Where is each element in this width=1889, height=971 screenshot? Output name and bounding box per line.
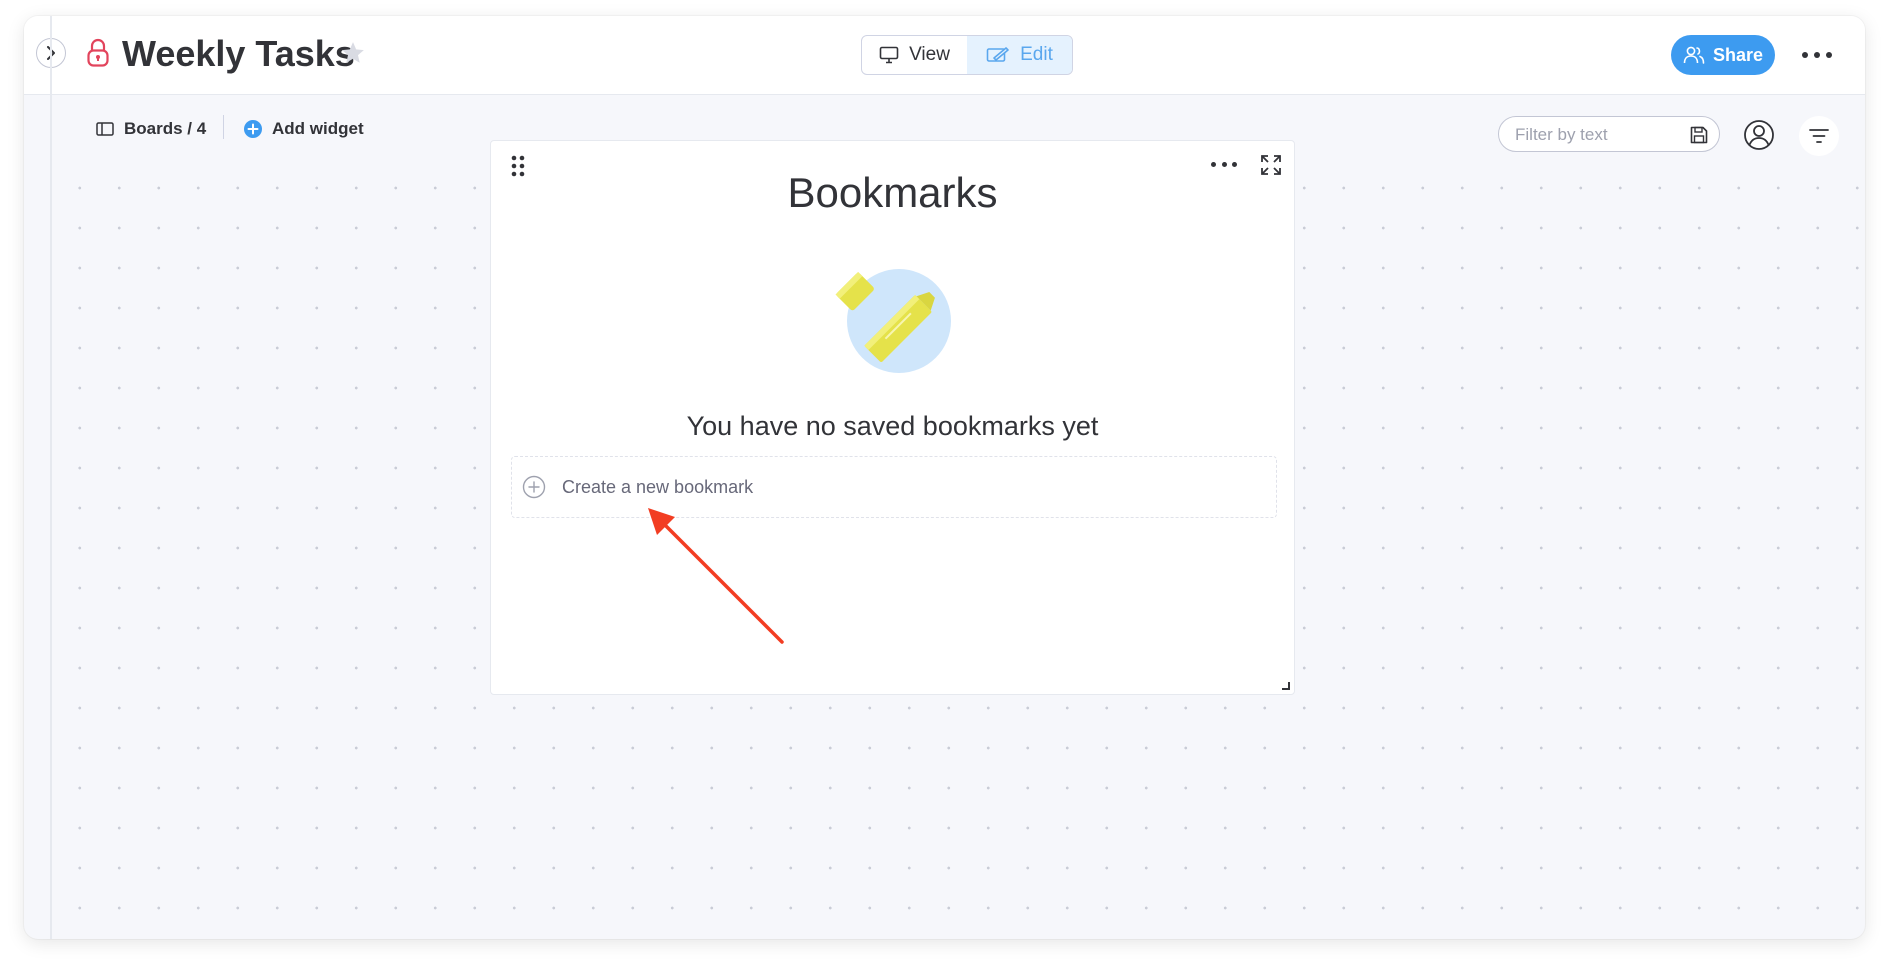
add-widget-button[interactable]: Add widget <box>244 119 364 139</box>
add-widget-label: Add widget <box>272 119 364 138</box>
toolbar-divider <box>223 115 224 139</box>
filter-button[interactable] <box>1799 116 1839 156</box>
floppy-icon[interactable] <box>1689 125 1709 145</box>
boards-link[interactable]: Boards / 4 <box>96 119 206 139</box>
edit-icon <box>986 47 1009 62</box>
share-button[interactable]: Share <box>1671 35 1775 75</box>
ellipsis-icon <box>1802 52 1808 58</box>
share-label: Share <box>1712 44 1764 65</box>
view-mode-label: View <box>909 44 950 65</box>
create-bookmark-label: Create a new bookmark <box>562 476 754 497</box>
filter-input[interactable] <box>1513 117 1677 153</box>
filter-icon <box>1809 129 1829 143</box>
edit-mode-button[interactable]: Edit <box>967 36 1072 74</box>
people-icon <box>1683 46 1705 64</box>
create-bookmark-button[interactable]: Create a new bookmark <box>511 456 1277 518</box>
lock-icon[interactable] <box>86 38 110 68</box>
widget-title: Bookmarks <box>787 169 998 216</box>
widget-more-button[interactable] <box>1211 159 1237 169</box>
plus-circle-icon <box>244 120 262 138</box>
star-icon[interactable] <box>340 40 366 66</box>
edit-mode-label: Edit <box>1020 44 1053 65</box>
board-header: Weekly Tasks View Edit Share <box>24 16 1865 95</box>
view-mode-button[interactable]: View <box>862 36 967 74</box>
board-more-button[interactable] <box>1802 44 1832 66</box>
monitor-icon <box>879 46 899 64</box>
boards-label: Boards / 4 <box>124 119 207 138</box>
empty-state-message: You have no saved bookmarks yet <box>686 411 1099 441</box>
filter-box <box>1498 116 1720 153</box>
highlighter-illustration <box>835 269 951 373</box>
sidebar-icon <box>96 122 114 136</box>
person-icon[interactable] <box>1740 116 1778 154</box>
board-title[interactable]: Weekly Tasks <box>122 30 355 78</box>
bookmarks-widget: Bookmarks You have no saved bookmarks ye… <box>490 140 1295 695</box>
view-edit-toggle: View Edit <box>861 35 1073 75</box>
resize-handle[interactable] <box>1282 682 1290 690</box>
plus-circle-icon <box>522 475 546 499</box>
ellipsis-icon <box>1211 161 1216 167</box>
